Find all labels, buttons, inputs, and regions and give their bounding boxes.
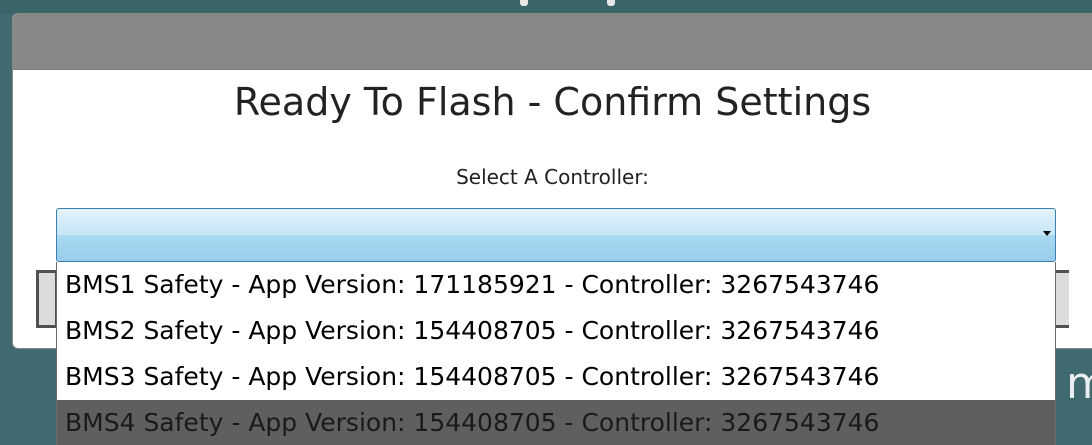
dialog-titlebar[interactable]: [13, 14, 1092, 70]
hidden-button-left[interactable]: [36, 270, 58, 328]
controller-select[interactable]: [56, 208, 1056, 262]
dropdown-item-bms3[interactable]: BMS3 Safety - App Version: 154408705 - C…: [57, 354, 1055, 400]
background-top-strip: [0, 0, 1092, 14]
select-controller-label: Select A Controller:: [456, 165, 649, 189]
background-top-mark-left: [520, 0, 528, 6]
dropdown-item-bms1[interactable]: BMS1 Safety - App Version: 171185921 - C…: [57, 262, 1055, 308]
controller-dropdown-list: BMS1 Safety - App Version: 171185921 - C…: [56, 262, 1056, 445]
background-top-mark-right: [607, 0, 615, 6]
dropdown-item-bms2[interactable]: BMS2 Safety - App Version: 154408705 - C…: [57, 308, 1055, 354]
chevron-down-icon[interactable]: [1043, 231, 1051, 236]
dialog-title: Ready To Flash - Confirm Settings: [233, 80, 872, 124]
dropdown-item-bms4[interactable]: BMS4 Safety - App Version: 154408705 - C…: [57, 400, 1055, 445]
background-edge-text: m: [1066, 358, 1092, 409]
